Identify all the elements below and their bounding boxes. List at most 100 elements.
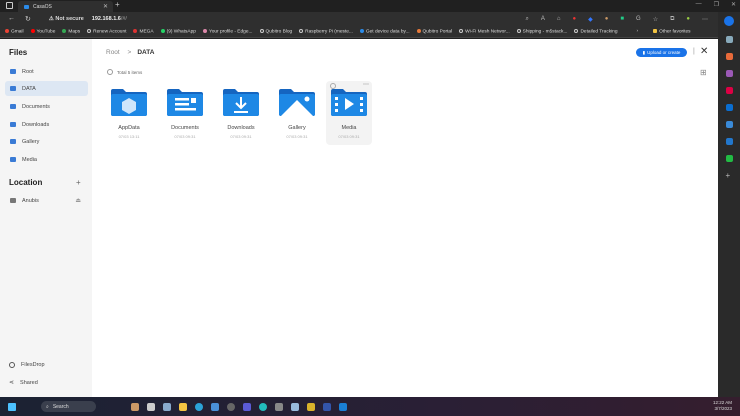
- extension-icon[interactable]: ●: [573, 16, 577, 23]
- minimize-icon[interactable]: —: [696, 1, 702, 8]
- bookmark[interactable]: Wi-Fi Mesh Networ...: [459, 28, 510, 35]
- app-icon[interactable]: [275, 402, 283, 411]
- clock[interactable]: 12:22 AM 3/7/2023: [713, 400, 732, 412]
- search-label: Search: [52, 403, 69, 410]
- close-tab-icon[interactable]: ✕: [103, 3, 108, 10]
- bookmark[interactable]: Maps: [62, 28, 81, 35]
- refresh-icon[interactable]: ↻: [25, 15, 31, 23]
- bookmark-label: Qubitro Blog: [265, 29, 293, 35]
- file-name: Media: [341, 125, 357, 131]
- file-name: Downloads: [227, 125, 255, 131]
- filesdrop-link[interactable]: FilesDrop: [9, 362, 45, 368]
- back-icon[interactable]: ←: [8, 15, 15, 23]
- folder-appdata[interactable]: AppData 07/03 13:11: [106, 81, 152, 145]
- collections-icon[interactable]: ⧉: [670, 16, 674, 23]
- taskbar-search[interactable]: ⌕ Search: [41, 401, 96, 412]
- footer-label: FilesDrop: [21, 362, 45, 368]
- location-item-anubis[interactable]: Anubis ⏏: [5, 193, 88, 208]
- select-all-radio[interactable]: [107, 69, 113, 75]
- profile-icon[interactable]: ●: [686, 16, 690, 23]
- favorites-icon[interactable]: ☆: [653, 16, 658, 23]
- upload-or-create-button[interactable]: ▮ Upload or create: [636, 48, 687, 57]
- weather-icon[interactable]: [163, 402, 171, 411]
- bookmark[interactable]: Get device data by...: [359, 28, 410, 35]
- select-all[interactable]: Total 5 items: [107, 69, 142, 75]
- folder-media[interactable]: ⋯ Media 07/03 09:31: [326, 81, 372, 145]
- close-window-icon[interactable]: ✕: [731, 1, 736, 8]
- file-explorer-icon[interactable]: [179, 402, 187, 411]
- extension-icon[interactable]: ◆: [588, 16, 593, 23]
- vscode-icon[interactable]: [339, 402, 347, 411]
- security-warning[interactable]: ⚠ Not secure: [49, 16, 84, 22]
- zoom-icon[interactable]: ⌕: [526, 16, 529, 23]
- extension-icon[interactable]: [725, 155, 733, 162]
- grammarly-icon[interactable]: G: [636, 16, 641, 23]
- bookmark[interactable]: YouTube: [30, 28, 55, 34]
- eject-icon[interactable]: ⏏: [75, 197, 81, 204]
- extension-icon[interactable]: ●: [605, 16, 609, 23]
- sidebar-item-root[interactable]: Root: [5, 64, 88, 79]
- windows-start-icon[interactable]: [8, 402, 16, 411]
- folder-documents[interactable]: Documents 07/03 09:31: [162, 81, 208, 145]
- more-icon[interactable]: ⋯: [702, 16, 708, 23]
- more-options-icon[interactable]: ⋯: [363, 81, 369, 88]
- bookmark[interactable]: Qubitro Blog: [259, 28, 293, 35]
- app-icon[interactable]: [227, 402, 235, 411]
- tab-casaos[interactable]: CasaOS ✕: [18, 1, 113, 12]
- folder-icon: [10, 104, 16, 109]
- url-input[interactable]: 192.168.1.6/#/: [92, 16, 127, 22]
- outlook-icon[interactable]: [725, 104, 733, 111]
- sidebar-item-gallery[interactable]: Gallery: [5, 134, 88, 149]
- bookmark[interactable]: Detailed Tracking: [574, 28, 618, 34]
- read-aloud-icon[interactable]: A: [541, 16, 545, 23]
- bookmark-label: Get device data by...: [365, 29, 410, 35]
- app-icon[interactable]: ⌂: [557, 16, 561, 23]
- app-icon[interactable]: [243, 402, 251, 411]
- breadcrumb-root[interactable]: Root: [106, 49, 120, 56]
- grid-view-icon[interactable]: ⊞: [700, 68, 707, 77]
- maximize-icon[interactable]: ❐: [714, 1, 719, 8]
- bookmark[interactable]: Shipping - m5stack...: [516, 28, 567, 34]
- tab-actions-icon[interactable]: [6, 2, 13, 9]
- bookmark[interactable]: Raspberry Pi (meste...: [299, 28, 353, 34]
- folder-gallery[interactable]: Gallery 07/03 09:31: [274, 81, 320, 145]
- app-icon[interactable]: [211, 402, 219, 411]
- bookmark[interactable]: MEGA: [133, 28, 154, 34]
- sidebar-item-downloads[interactable]: Downloads: [5, 117, 88, 132]
- address-bar: ← ↻ ⚠ Not secure 192.168.1.6/#/ ⌕ A ⌂ ● ◆ ● ■ G ☆…: [0, 12, 718, 26]
- bookmark[interactable]: Gmail: [5, 28, 24, 34]
- close-icon[interactable]: ✕: [700, 46, 708, 57]
- bookmark[interactable]: Your profile - Edge...: [202, 28, 253, 34]
- widgets-icon[interactable]: [131, 402, 139, 411]
- bookmark[interactable]: Qubitro Portal: [416, 28, 452, 34]
- edge-icon[interactable]: [195, 402, 203, 411]
- sidebar-item-media[interactable]: Media: [5, 152, 88, 167]
- folder-icon: [279, 89, 315, 116]
- app-icon[interactable]: [323, 402, 331, 411]
- tools-icon[interactable]: [725, 70, 733, 77]
- extension-icon[interactable]: ■: [620, 16, 624, 23]
- office-icon[interactable]: [725, 87, 733, 94]
- app-icon[interactable]: [307, 402, 315, 411]
- shared-link[interactable]: ⋖ Shared: [9, 379, 38, 387]
- sidebar-item-documents[interactable]: Documents: [5, 99, 88, 114]
- new-tab-button[interactable]: +: [115, 0, 120, 9]
- add-location-button[interactable]: +: [76, 178, 81, 187]
- bookmark-folder[interactable]: Other favorites: [653, 28, 691, 34]
- bookmark-label: Maps: [68, 29, 81, 35]
- bookmark[interactable]: (9) WhatsApp: [160, 28, 196, 34]
- sidebar-item-data[interactable]: DATA: [5, 81, 88, 96]
- bookmarks-overflow-icon[interactable]: ›: [637, 29, 639, 34]
- task-view-icon[interactable]: [147, 402, 155, 411]
- bookmark[interactable]: Renew Account: [87, 28, 126, 34]
- search-icon[interactable]: [725, 36, 733, 43]
- app-icon[interactable]: [259, 402, 267, 411]
- add-icon[interactable]: +: [726, 172, 733, 180]
- shopping-icon[interactable]: [725, 53, 733, 60]
- bookmark-label: Wi-Fi Mesh Networ...: [465, 29, 510, 35]
- games-icon[interactable]: [725, 121, 733, 128]
- drop-icon[interactable]: [725, 138, 733, 145]
- app-icon[interactable]: [291, 402, 299, 411]
- bing-icon[interactable]: [724, 16, 734, 26]
- folder-downloads[interactable]: Downloads 07/03 09:31: [218, 81, 264, 145]
